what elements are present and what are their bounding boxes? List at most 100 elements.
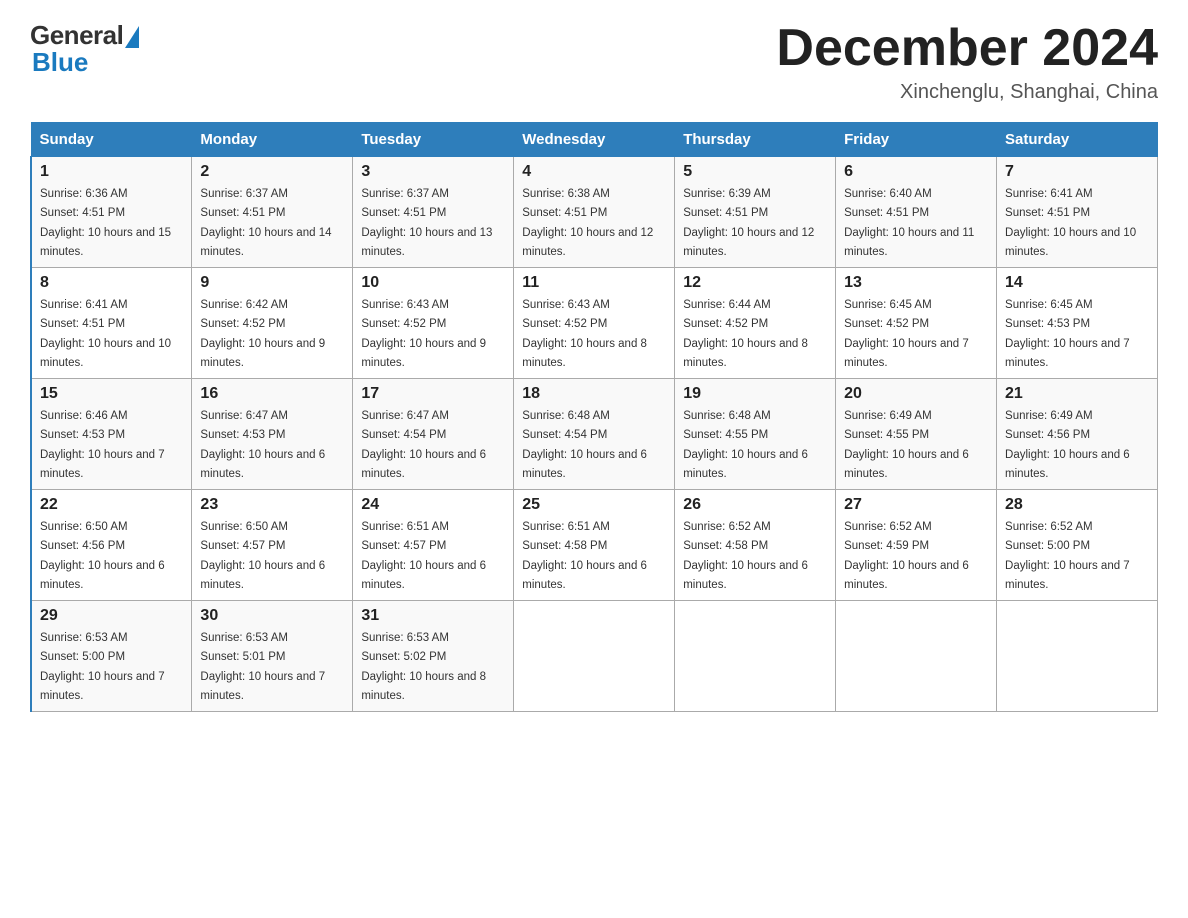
calendar-day-cell: 9 Sunrise: 6:42 AMSunset: 4:52 PMDayligh… <box>192 268 353 379</box>
calendar-day-cell: 13 Sunrise: 6:45 AMSunset: 4:52 PMDaylig… <box>836 268 997 379</box>
day-info: Sunrise: 6:53 AMSunset: 5:01 PMDaylight:… <box>200 632 325 702</box>
day-info: Sunrise: 6:51 AMSunset: 4:57 PMDaylight:… <box>361 521 486 591</box>
calendar-day-cell: 10 Sunrise: 6:43 AMSunset: 4:52 PMDaylig… <box>353 268 514 379</box>
title-area: December 2024 Xinchenglu, Shanghai, Chin… <box>776 20 1158 104</box>
day-info: Sunrise: 6:46 AMSunset: 4:53 PMDaylight:… <box>40 410 165 480</box>
day-info: Sunrise: 6:51 AMSunset: 4:58 PMDaylight:… <box>522 521 647 591</box>
calendar-day-cell: 27 Sunrise: 6:52 AMSunset: 4:59 PMDaylig… <box>836 490 997 601</box>
day-number: 10 <box>361 274 505 292</box>
calendar-day-cell: 14 Sunrise: 6:45 AMSunset: 4:53 PMDaylig… <box>997 268 1158 379</box>
calendar-day-cell: 5 Sunrise: 6:39 AMSunset: 4:51 PMDayligh… <box>675 157 836 268</box>
day-number: 22 <box>40 496 183 514</box>
calendar-day-cell <box>675 601 836 712</box>
day-number: 13 <box>844 274 988 292</box>
day-number: 27 <box>844 496 988 514</box>
month-title: December 2024 <box>776 20 1158 77</box>
calendar-day-cell: 28 Sunrise: 6:52 AMSunset: 5:00 PMDaylig… <box>997 490 1158 601</box>
calendar-day-cell <box>514 601 675 712</box>
day-number: 6 <box>844 163 988 181</box>
day-info: Sunrise: 6:49 AMSunset: 4:56 PMDaylight:… <box>1005 410 1130 480</box>
calendar-day-cell: 8 Sunrise: 6:41 AMSunset: 4:51 PMDayligh… <box>31 268 192 379</box>
day-info: Sunrise: 6:47 AMSunset: 4:54 PMDaylight:… <box>361 410 486 480</box>
calendar-day-cell: 26 Sunrise: 6:52 AMSunset: 4:58 PMDaylig… <box>675 490 836 601</box>
day-info: Sunrise: 6:43 AMSunset: 4:52 PMDaylight:… <box>361 299 486 369</box>
day-info: Sunrise: 6:37 AMSunset: 4:51 PMDaylight:… <box>200 188 331 258</box>
calendar-day-cell: 16 Sunrise: 6:47 AMSunset: 4:53 PMDaylig… <box>192 379 353 490</box>
calendar-day-cell: 7 Sunrise: 6:41 AMSunset: 4:51 PMDayligh… <box>997 157 1158 268</box>
calendar-day-cell: 29 Sunrise: 6:53 AMSunset: 5:00 PMDaylig… <box>31 601 192 712</box>
day-info: Sunrise: 6:48 AMSunset: 4:54 PMDaylight:… <box>522 410 647 480</box>
calendar-header-cell: Thursday <box>675 123 836 157</box>
calendar-day-cell: 12 Sunrise: 6:44 AMSunset: 4:52 PMDaylig… <box>675 268 836 379</box>
day-number: 14 <box>1005 274 1149 292</box>
day-info: Sunrise: 6:50 AMSunset: 4:56 PMDaylight:… <box>40 521 165 591</box>
calendar-header-cell: Friday <box>836 123 997 157</box>
day-info: Sunrise: 6:52 AMSunset: 5:00 PMDaylight:… <box>1005 521 1130 591</box>
day-number: 4 <box>522 163 666 181</box>
day-info: Sunrise: 6:42 AMSunset: 4:52 PMDaylight:… <box>200 299 325 369</box>
day-number: 15 <box>40 385 183 403</box>
calendar-day-cell <box>997 601 1158 712</box>
day-info: Sunrise: 6:36 AMSunset: 4:51 PMDaylight:… <box>40 188 171 258</box>
day-info: Sunrise: 6:50 AMSunset: 4:57 PMDaylight:… <box>200 521 325 591</box>
day-info: Sunrise: 6:48 AMSunset: 4:55 PMDaylight:… <box>683 410 808 480</box>
day-number: 23 <box>200 496 344 514</box>
calendar-week-row: 1 Sunrise: 6:36 AMSunset: 4:51 PMDayligh… <box>31 157 1158 268</box>
day-number: 3 <box>361 163 505 181</box>
calendar-week-row: 22 Sunrise: 6:50 AMSunset: 4:56 PMDaylig… <box>31 490 1158 601</box>
calendar-day-cell: 24 Sunrise: 6:51 AMSunset: 4:57 PMDaylig… <box>353 490 514 601</box>
calendar-table: SundayMondayTuesdayWednesdayThursdayFrid… <box>30 122 1158 712</box>
day-info: Sunrise: 6:49 AMSunset: 4:55 PMDaylight:… <box>844 410 969 480</box>
day-number: 17 <box>361 385 505 403</box>
day-info: Sunrise: 6:53 AMSunset: 5:02 PMDaylight:… <box>361 632 486 702</box>
calendar-day-cell: 6 Sunrise: 6:40 AMSunset: 4:51 PMDayligh… <box>836 157 997 268</box>
logo-blue-text: Blue <box>32 47 88 78</box>
day-info: Sunrise: 6:41 AMSunset: 4:51 PMDaylight:… <box>40 299 171 369</box>
calendar-week-row: 8 Sunrise: 6:41 AMSunset: 4:51 PMDayligh… <box>31 268 1158 379</box>
day-number: 20 <box>844 385 988 403</box>
day-number: 9 <box>200 274 344 292</box>
day-number: 18 <box>522 385 666 403</box>
day-info: Sunrise: 6:43 AMSunset: 4:52 PMDaylight:… <box>522 299 647 369</box>
day-info: Sunrise: 6:38 AMSunset: 4:51 PMDaylight:… <box>522 188 653 258</box>
day-info: Sunrise: 6:52 AMSunset: 4:59 PMDaylight:… <box>844 521 969 591</box>
day-number: 12 <box>683 274 827 292</box>
day-info: Sunrise: 6:47 AMSunset: 4:53 PMDaylight:… <box>200 410 325 480</box>
day-info: Sunrise: 6:53 AMSunset: 5:00 PMDaylight:… <box>40 632 165 702</box>
day-number: 30 <box>200 607 344 625</box>
day-info: Sunrise: 6:37 AMSunset: 4:51 PMDaylight:… <box>361 188 492 258</box>
day-number: 8 <box>40 274 183 292</box>
day-number: 25 <box>522 496 666 514</box>
calendar-header-cell: Saturday <box>997 123 1158 157</box>
calendar-week-row: 29 Sunrise: 6:53 AMSunset: 5:00 PMDaylig… <box>31 601 1158 712</box>
day-number: 24 <box>361 496 505 514</box>
day-number: 1 <box>40 163 183 181</box>
day-info: Sunrise: 6:41 AMSunset: 4:51 PMDaylight:… <box>1005 188 1136 258</box>
calendar-header-cell: Wednesday <box>514 123 675 157</box>
calendar-header-cell: Monday <box>192 123 353 157</box>
calendar-day-cell: 23 Sunrise: 6:50 AMSunset: 4:57 PMDaylig… <box>192 490 353 601</box>
calendar-day-cell: 22 Sunrise: 6:50 AMSunset: 4:56 PMDaylig… <box>31 490 192 601</box>
calendar-day-cell: 15 Sunrise: 6:46 AMSunset: 4:53 PMDaylig… <box>31 379 192 490</box>
calendar-day-cell <box>836 601 997 712</box>
calendar-day-cell: 17 Sunrise: 6:47 AMSunset: 4:54 PMDaylig… <box>353 379 514 490</box>
calendar-day-cell: 21 Sunrise: 6:49 AMSunset: 4:56 PMDaylig… <box>997 379 1158 490</box>
day-number: 19 <box>683 385 827 403</box>
calendar-week-row: 15 Sunrise: 6:46 AMSunset: 4:53 PMDaylig… <box>31 379 1158 490</box>
day-info: Sunrise: 6:52 AMSunset: 4:58 PMDaylight:… <box>683 521 808 591</box>
calendar-day-cell: 30 Sunrise: 6:53 AMSunset: 5:01 PMDaylig… <box>192 601 353 712</box>
day-number: 16 <box>200 385 344 403</box>
day-number: 28 <box>1005 496 1149 514</box>
calendar-day-cell: 25 Sunrise: 6:51 AMSunset: 4:58 PMDaylig… <box>514 490 675 601</box>
day-number: 5 <box>683 163 827 181</box>
day-number: 21 <box>1005 385 1149 403</box>
day-info: Sunrise: 6:40 AMSunset: 4:51 PMDaylight:… <box>844 188 974 258</box>
day-number: 31 <box>361 607 505 625</box>
calendar-day-cell: 19 Sunrise: 6:48 AMSunset: 4:55 PMDaylig… <box>675 379 836 490</box>
day-number: 11 <box>522 274 666 292</box>
calendar-header-cell: Tuesday <box>353 123 514 157</box>
calendar-day-cell: 20 Sunrise: 6:49 AMSunset: 4:55 PMDaylig… <box>836 379 997 490</box>
day-info: Sunrise: 6:45 AMSunset: 4:53 PMDaylight:… <box>1005 299 1130 369</box>
logo-triangle-icon <box>125 26 139 48</box>
calendar-day-cell: 1 Sunrise: 6:36 AMSunset: 4:51 PMDayligh… <box>31 157 192 268</box>
